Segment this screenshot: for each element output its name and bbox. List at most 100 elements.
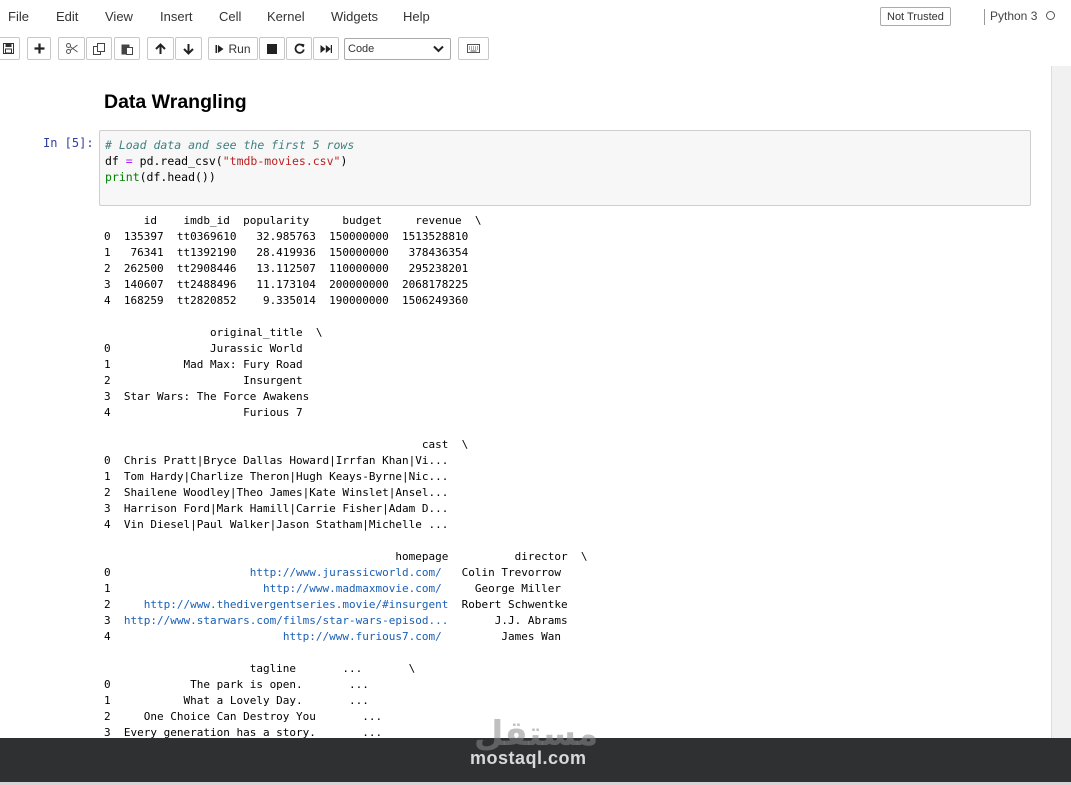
row-index: 0: [104, 566, 124, 579]
keyboard-icon: [467, 44, 480, 53]
arrow-down-icon: [183, 43, 194, 55]
code-comment: # Load data and see the first 5 rows: [105, 138, 355, 152]
homepage-link[interactable]: http://www.madmaxmovie.com/: [124, 582, 442, 595]
table-row: 2 One Choice Can Destroy You ...: [104, 710, 383, 723]
code-token: pd.read_csv(: [132, 154, 223, 168]
table-row: 0 The park is open. ...: [104, 678, 369, 691]
table-row: 3 Harrison Ford|Mark Hamill|Carrie Fishe…: [104, 502, 449, 515]
director-cell: George Miller: [441, 582, 561, 595]
menu-file[interactable]: File: [8, 9, 29, 24]
move-down-button[interactable]: [175, 37, 202, 60]
add-cell-button[interactable]: [27, 37, 51, 60]
menu-edit[interactable]: Edit: [56, 9, 78, 24]
table-row: 4 168259 tt2820852 9.335014 190000000 15…: [104, 294, 469, 307]
watermark-logo: مستقل: [474, 714, 598, 752]
kernel-status-icon: [1046, 11, 1055, 20]
table-row: 4 Furious 7: [104, 406, 303, 419]
section-heading: Data Wrangling: [104, 91, 247, 113]
watermark-band: مستقل mostaql.com: [0, 714, 1071, 782]
code-token: df: [105, 154, 126, 168]
cell-output: id imdb_id popularity budget revenue \ 0…: [104, 213, 587, 738]
director-cell: Colin Trevorrow: [441, 566, 561, 579]
table-header: original_title \: [104, 326, 323, 339]
arrow-up-icon: [155, 42, 166, 54]
homepage-link[interactable]: http://www.starwars.com/films/star-wars-…: [124, 614, 449, 627]
table-row: 1 76341 tt1392190 28.419936 150000000 37…: [104, 246, 469, 259]
code-token: (df.head()): [139, 170, 216, 184]
watermark-logo-text: مستقل: [474, 714, 598, 752]
restart-run-all-button[interactable]: [313, 37, 339, 60]
code-string: "tmdb-movies.csv": [222, 154, 341, 168]
paste-button[interactable]: [114, 37, 140, 60]
kernel-name[interactable]: Python 3: [990, 9, 1037, 23]
table-row: 1 Mad Max: Fury Road: [104, 358, 303, 371]
fast-forward-icon: [320, 44, 332, 53]
scissors-icon: [65, 43, 78, 54]
copy-icon: [93, 42, 105, 55]
watermark-text: mostaql.com: [470, 748, 587, 768]
cut-button[interactable]: [58, 37, 85, 60]
table-header: cast \: [104, 438, 469, 451]
table-row: 1 Tom Hardy|Charlize Theron|Hugh Keays-B…: [104, 470, 449, 483]
kernel-separator: [984, 9, 985, 25]
cell-prompt: In [5]:: [43, 136, 94, 150]
not-trusted-badge[interactable]: Not Trusted: [880, 7, 951, 26]
menu-bar: File Edit View Insert Cell Kernel Widget…: [0, 0, 1071, 32]
menu-kernel[interactable]: Kernel: [267, 9, 305, 24]
row-index: 4: [104, 630, 124, 643]
homepage-link[interactable]: http://www.jurassicworld.com/: [124, 566, 442, 579]
cell-type-value: Code: [348, 43, 375, 55]
table-header: tagline ... \: [104, 662, 416, 675]
table-header: id imdb_id popularity budget revenue \: [104, 214, 482, 227]
code-builtin: print: [105, 170, 140, 184]
copy-button[interactable]: [86, 37, 112, 60]
menu-cell[interactable]: Cell: [219, 9, 241, 24]
move-up-button[interactable]: [147, 37, 174, 60]
stop-icon: [267, 43, 277, 54]
step-forward-icon: [215, 44, 224, 53]
homepage-link[interactable]: http://www.furious7.com/: [124, 630, 442, 643]
table-row: 0 Chris Pratt|Bryce Dallas Howard|Irrfan…: [104, 454, 449, 467]
run-label: Run: [228, 41, 251, 56]
director-cell: Robert Schwentke: [448, 598, 568, 611]
table-row: 3 140607 tt2488496 11.173104 200000000 2…: [104, 278, 469, 291]
restart-button[interactable]: [286, 37, 312, 60]
code-editor[interactable]: # Load data and see the first 5 rows df …: [105, 137, 354, 185]
director-cell: James Wan: [441, 630, 561, 643]
homepage-link[interactable]: http://www.thedivergentseries.movie/#ins…: [124, 598, 449, 611]
command-palette-button[interactable]: [458, 37, 489, 60]
row-index: 3: [104, 614, 124, 627]
menu-view[interactable]: View: [105, 9, 133, 24]
table-row: 3 Every generation has a story. ...: [104, 726, 383, 738]
table-row: 0 Jurassic World: [104, 342, 303, 355]
code-operator: =: [125, 154, 133, 168]
table-row: 3 Star Wars: The Force Awakens: [104, 390, 310, 403]
notebook-container: Data Wrangling In [5]: # Load data and s…: [0, 66, 1051, 738]
table-row: 2 Insurgent: [104, 374, 303, 387]
row-index: 1: [104, 582, 124, 595]
save-icon: [2, 43, 14, 54]
restart-icon: [294, 43, 305, 54]
code-cell-input[interactable]: # Load data and see the first 5 rows df …: [99, 130, 1031, 206]
table-row: 1 What a Lovely Day. ...: [104, 694, 369, 707]
save-button[interactable]: [0, 37, 20, 60]
menu-insert[interactable]: Insert: [160, 9, 193, 24]
menu-help[interactable]: Help: [403, 9, 430, 24]
menu-widgets[interactable]: Widgets: [331, 9, 378, 24]
table-row: 2 262500 tt2908446 13.112507 110000000 2…: [104, 262, 469, 275]
director-cell: J.J. Abrams: [448, 614, 568, 627]
code-token: ): [340, 154, 348, 168]
table-row: 0 135397 tt0369610 32.985763 150000000 1…: [104, 230, 469, 243]
plus-icon: [34, 43, 44, 54]
table-row: 4 Vin Diesel|Paul Walker|Jason Statham|M…: [104, 518, 449, 531]
table-header: homepage director \: [104, 550, 588, 563]
cell-type-select[interactable]: Code: [344, 38, 451, 60]
chevron-down-icon: [433, 45, 444, 53]
notebook-scrollbar[interactable]: [1051, 66, 1071, 738]
toolbar: Run Code: [0, 32, 1071, 67]
table-row: 2 Shailene Woodley|Theo James|Kate Winsl…: [104, 486, 449, 499]
interrupt-button[interactable]: [259, 37, 285, 60]
row-index: 2: [104, 598, 124, 611]
run-button[interactable]: Run: [208, 37, 258, 60]
paste-icon: [121, 44, 133, 55]
